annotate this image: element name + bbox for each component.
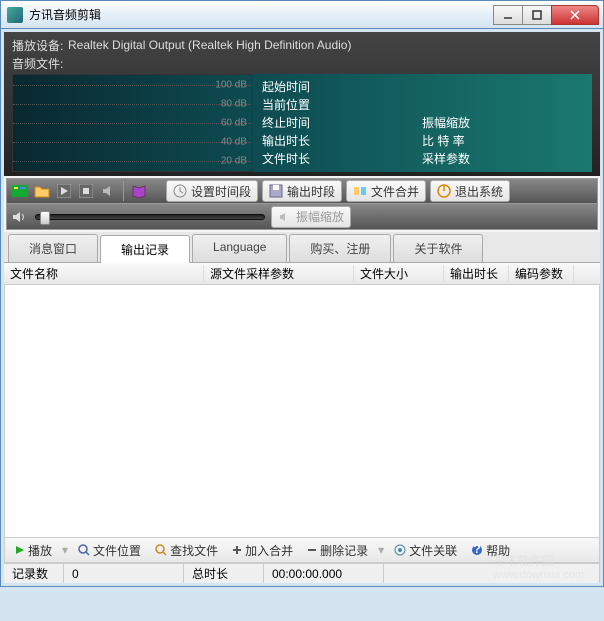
- total-dur-value: 00:00:00.000: [264, 564, 384, 583]
- window-title: 方讯音频剪辑: [29, 6, 494, 23]
- main-toolbar: 设置时间段 输出时段 文件合并 退出系统: [6, 178, 598, 204]
- tab-output-log[interactable]: 输出记录: [100, 235, 190, 263]
- start-time-label: 起始时间: [262, 78, 422, 96]
- clock-icon: [173, 184, 187, 198]
- device-icon[interactable]: [11, 182, 29, 200]
- slider-thumb[interactable]: [40, 211, 50, 225]
- help-button[interactable]: ?帮助: [465, 540, 516, 561]
- device-label: 播放设备:: [12, 37, 68, 54]
- delete-record-button[interactable]: 删除记录: [301, 540, 374, 561]
- play-icon[interactable]: [55, 182, 73, 200]
- merge-icon: [353, 184, 367, 198]
- play-button[interactable]: 播放: [9, 540, 58, 561]
- app-icon: [7, 7, 23, 23]
- total-dur-label: 总时长: [184, 564, 264, 583]
- output-dur-label: 输出时长: [262, 132, 422, 150]
- record-count-value: 0: [64, 564, 184, 583]
- power-icon: [437, 184, 451, 198]
- file-dur-label: 文件时长: [262, 150, 422, 168]
- sample-params-label: 采样参数: [422, 150, 582, 168]
- col-filename[interactable]: 文件名称: [4, 265, 204, 282]
- svg-text:?: ?: [473, 544, 480, 556]
- volume-slider[interactable]: [35, 214, 265, 220]
- volume-icon[interactable]: [11, 208, 29, 226]
- book-icon[interactable]: [130, 182, 148, 200]
- tab-purchase[interactable]: 购买、注册: [289, 234, 391, 262]
- speaker-icon[interactable]: [99, 182, 117, 200]
- speaker-small-icon: [278, 210, 292, 224]
- action-bar: 播放 ▾ 文件位置 查找文件 加入合并 删除记录 ▾ 文件关联 ?帮助: [4, 537, 600, 563]
- set-period-button[interactable]: 设置时间段: [166, 180, 258, 202]
- status-bar: 记录数 0 总时长 00:00:00.000: [4, 563, 600, 583]
- find-file-button[interactable]: 查找文件: [149, 540, 224, 561]
- bitrate-label: 比 特 率: [422, 132, 582, 150]
- file-location-button[interactable]: 文件位置: [72, 540, 147, 561]
- minimize-button[interactable]: [493, 5, 523, 25]
- col-out-dur[interactable]: 输出时长: [444, 265, 509, 282]
- tab-messages[interactable]: 消息窗口: [8, 234, 98, 262]
- open-folder-icon[interactable]: [33, 182, 51, 200]
- file-label: 音频文件:: [12, 55, 68, 72]
- amp-scale-button[interactable]: 振幅缩放: [271, 206, 351, 228]
- file-assoc-button[interactable]: 文件关联: [388, 540, 463, 561]
- tab-language[interactable]: Language: [192, 234, 287, 262]
- maximize-button[interactable]: [522, 5, 552, 25]
- save-icon: [269, 184, 283, 198]
- titlebar: 方讯音频剪辑: [0, 0, 604, 28]
- col-enc-params[interactable]: 编码参数: [509, 265, 574, 282]
- end-time-label: 终止时间: [262, 114, 422, 132]
- stop-icon[interactable]: [77, 182, 95, 200]
- record-count-label: 记录数: [4, 564, 64, 583]
- exit-button[interactable]: 退出系统: [430, 180, 510, 202]
- grid-body[interactable]: [4, 285, 600, 537]
- level-meter: 100 dB 80 dB 60 dB 40 dB 20 dB: [12, 74, 252, 172]
- merge-button[interactable]: 文件合并: [346, 180, 426, 202]
- tab-about[interactable]: 关于软件: [393, 234, 483, 262]
- volume-toolbar: 振幅缩放: [6, 204, 598, 230]
- col-filesize[interactable]: 文件大小: [354, 265, 444, 282]
- info-panel: 播放设备: Realtek Digital Output (Realtek Hi…: [4, 32, 600, 176]
- current-pos-label: 当前位置: [262, 96, 422, 114]
- col-src-params[interactable]: 源文件采样参数: [204, 265, 354, 282]
- output-period-button[interactable]: 输出时段: [262, 180, 342, 202]
- device-value: Realtek Digital Output (Realtek High Def…: [68, 38, 351, 52]
- close-button[interactable]: [551, 5, 599, 25]
- grid-header: 文件名称 源文件采样参数 文件大小 输出时长 编码参数: [4, 263, 600, 285]
- add-merge-button[interactable]: 加入合并: [226, 540, 299, 561]
- tab-bar: 消息窗口 输出记录 Language 购买、注册 关于软件: [4, 232, 600, 263]
- amp-scale-label: 振幅缩放: [422, 114, 582, 132]
